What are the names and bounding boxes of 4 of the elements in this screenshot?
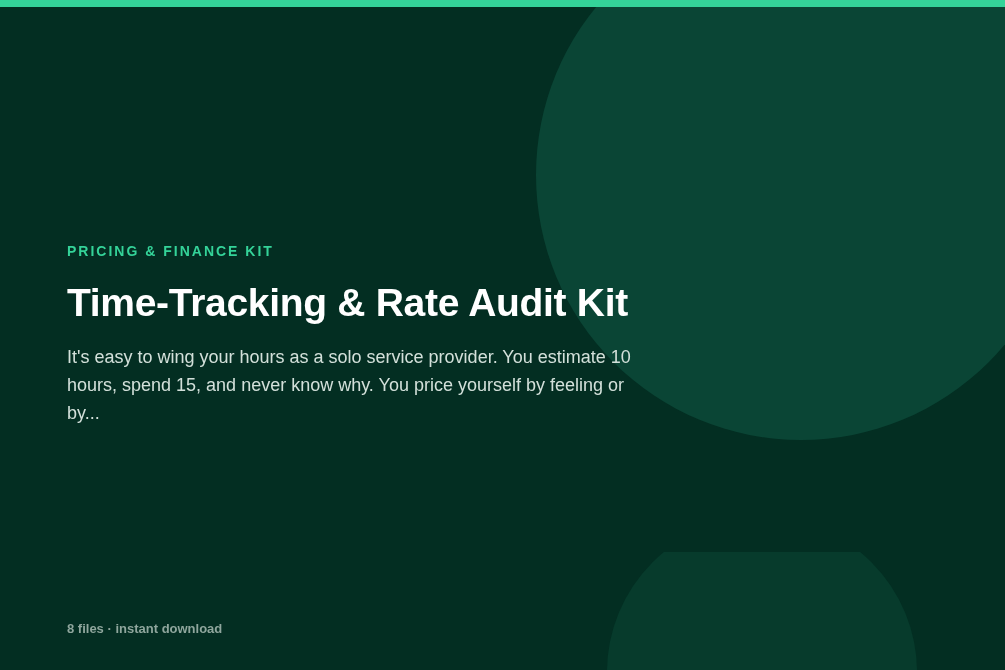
product-description: It's easy to wing your hours as a solo service provider. You estimate 10 hours, spend 15, and never know why. You price yourself by feeling or by... (67, 346, 632, 425)
category-label: PRICING & FINANCE KIT (67, 243, 275, 259)
product-title: Time-Tracking & Rate Audit Kit (67, 281, 629, 325)
file-info: 8 files · instant download (66, 621, 224, 638)
